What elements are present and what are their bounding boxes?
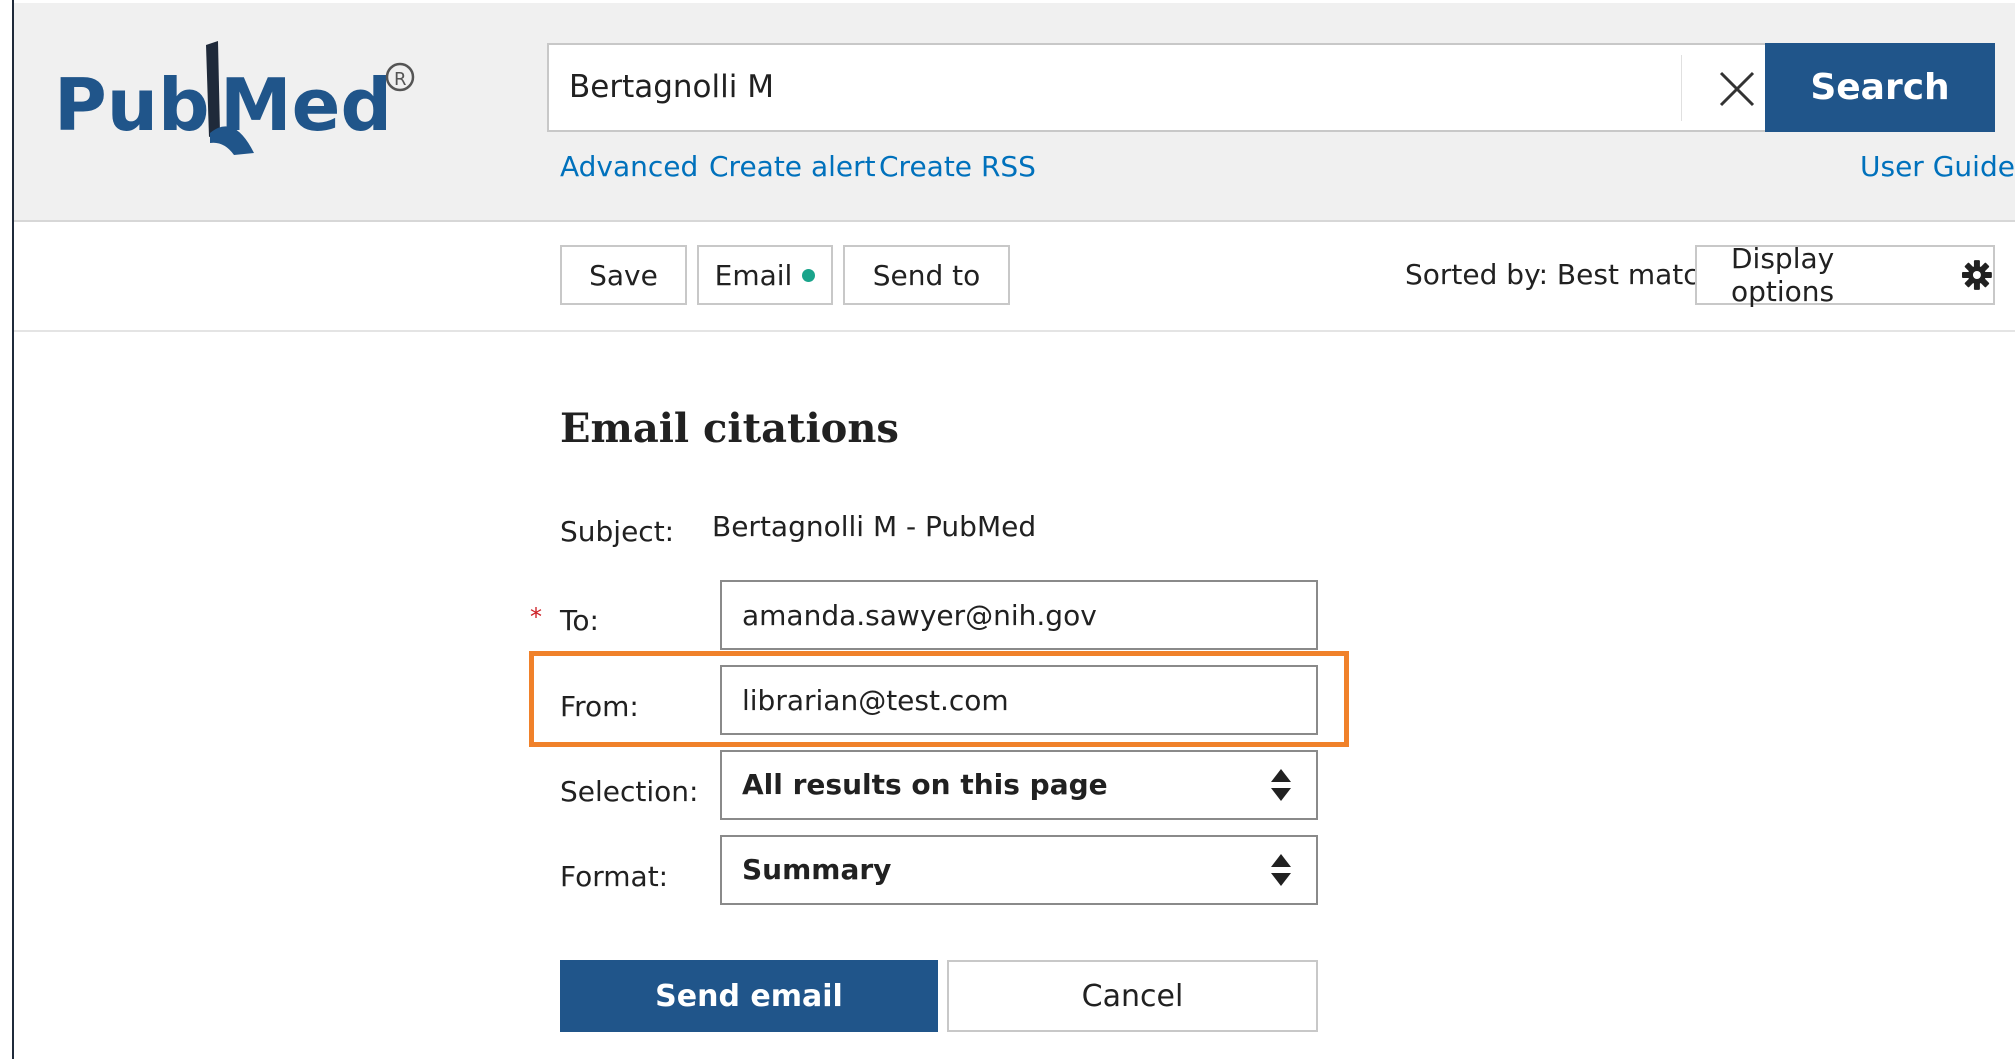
create-alert-link[interactable]: Create alert [709,150,876,183]
subject-label: Subject: [560,515,675,548]
save-button[interactable]: Save [560,245,687,305]
search-divider [1681,55,1682,121]
send-to-button[interactable]: Send to [843,245,1010,305]
clear-search-icon[interactable] [1709,61,1765,117]
sorted-by-label[interactable]: Sorted by: Best match [1405,258,1716,291]
search-box [547,43,1767,132]
display-options-button[interactable]: Display options [1695,242,1995,308]
to-email-field[interactable] [720,580,1318,650]
selection-label: Selection: [560,775,699,808]
select-sort-arrows-icon [1271,769,1291,801]
selection-value: All results on this page [742,768,1108,801]
search-input[interactable] [569,45,1649,130]
from-email-input[interactable] [722,667,1316,733]
display-options-label: Display options [1731,242,1835,308]
gear-icon [1962,260,1993,290]
user-guide-link[interactable]: User Guide [1860,150,2015,183]
selection-select[interactable]: All results on this page [720,750,1318,820]
to-email-input[interactable] [722,582,1316,648]
pubmed-logo-text-pub: Pub [54,63,210,147]
pubmed-logo-text-med: Med [220,63,392,147]
select-sort-arrows-icon [1271,854,1291,886]
email-button-label: Email [714,258,793,292]
required-asterisk: * [530,603,542,631]
registered-letter: R [394,69,407,90]
create-rss-link[interactable]: Create RSS [879,150,1036,183]
send-email-button[interactable]: Send email [560,960,938,1032]
format-label: Format: [560,860,669,893]
screenshot-border [0,0,14,1059]
pubmed-logo[interactable]: Pub Med R [54,33,434,173]
active-indicator-dot [802,268,816,282]
from-label: From: [560,690,639,723]
cancel-button[interactable]: Cancel [947,960,1318,1032]
email-button[interactable]: Email [697,245,833,305]
advanced-search-link[interactable]: Advanced [560,150,698,183]
format-value: Summary [742,853,892,886]
from-email-field[interactable] [720,665,1318,735]
format-select[interactable]: Summary [720,835,1318,905]
email-citations-heading: Email citations [560,405,899,452]
to-label: To: [560,604,599,637]
search-button[interactable]: Search [1765,43,1995,132]
subject-value: Bertagnolli M - PubMed [712,510,1037,543]
